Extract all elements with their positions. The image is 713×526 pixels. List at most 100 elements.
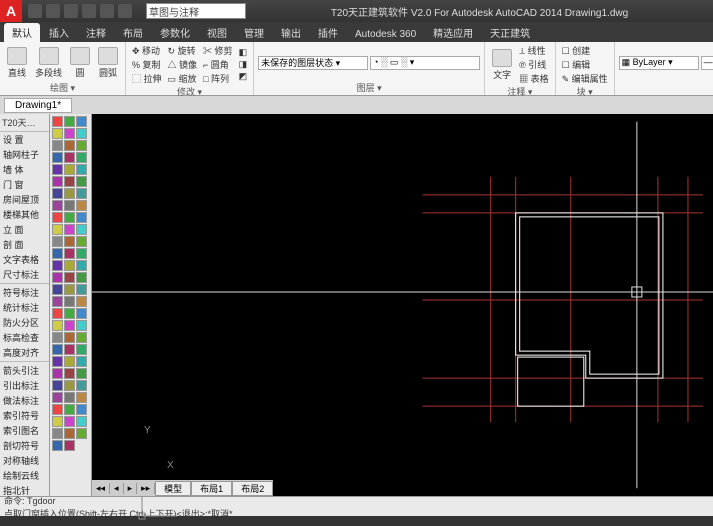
ribbon-button[interactable]: 直线 [4, 46, 30, 80]
side-panel-item[interactable]: 符号标注 [0, 285, 49, 300]
ribbon-button-small[interactable]: ⌐ 圆角 [201, 58, 235, 71]
side-panel-item[interactable]: 引出标注 [0, 378, 49, 393]
palette-tool[interactable] [64, 332, 75, 343]
side-panel-item[interactable]: 房间屋顶 [0, 192, 49, 207]
layout-tab[interactable]: 模型 [155, 481, 191, 496]
ribbon-button-small[interactable]: △ 镜像 [166, 58, 200, 71]
palette-tool[interactable] [52, 392, 63, 403]
palette-tool[interactable] [64, 380, 75, 391]
palette-tool[interactable] [52, 416, 63, 427]
layout-nav-button[interactable]: ◂◂ [92, 483, 110, 494]
ribbon-tab[interactable]: 精选应用 [425, 23, 481, 42]
ribbon-tab[interactable]: 视图 [199, 23, 235, 42]
palette-tool[interactable] [64, 404, 75, 415]
side-panel-item[interactable]: 对称轴线 [0, 453, 49, 468]
palette-tool[interactable] [52, 332, 63, 343]
palette-tool[interactable] [52, 224, 63, 235]
ribbon-tab[interactable]: 注释 [78, 23, 114, 42]
palette-tool[interactable] [64, 260, 75, 271]
palette-tool[interactable] [52, 200, 63, 211]
palette-tool[interactable] [64, 236, 75, 247]
side-panel-item[interactable]: 防火分区 [0, 315, 49, 330]
palette-tool[interactable] [52, 284, 63, 295]
workspace-selector[interactable]: 草图与注释 [146, 3, 246, 19]
layout-tab[interactable]: 布局1 [191, 481, 232, 496]
ribbon-button-small[interactable]: ▦ ByLayer ▾ [619, 56, 699, 70]
palette-tool[interactable] [64, 248, 75, 259]
palette-tool[interactable] [52, 188, 63, 199]
palette-tool[interactable] [64, 224, 75, 235]
palette-tool[interactable] [52, 128, 63, 139]
palette-tool[interactable] [52, 320, 63, 331]
palette-tool[interactable] [52, 404, 63, 415]
ribbon-tab[interactable]: 管理 [236, 23, 272, 42]
palette-tool[interactable] [76, 164, 87, 175]
palette-tool[interactable] [64, 344, 75, 355]
palette-tool[interactable] [76, 284, 87, 295]
layout-nav-button[interactable]: ▸▸ [137, 483, 155, 494]
palette-tool[interactable] [76, 152, 87, 163]
palette-tool[interactable] [52, 368, 63, 379]
palette-tool[interactable] [52, 296, 63, 307]
ribbon-tab[interactable]: 插入 [41, 23, 77, 42]
side-panel-item[interactable]: 指北针 [0, 483, 49, 496]
palette-tool[interactable] [52, 428, 63, 439]
side-panel-item[interactable]: 设 置 [0, 132, 49, 147]
palette-tool[interactable] [76, 404, 87, 415]
layout-nav-button[interactable]: ▸ [124, 483, 138, 494]
palette-tool[interactable] [52, 164, 63, 175]
palette-tool[interactable] [64, 152, 75, 163]
ribbon-button-small[interactable]: % 复制 [130, 58, 164, 71]
ribbon-button[interactable]: 多段线 [32, 46, 65, 80]
side-panel-item[interactable]: 剖 面 [0, 237, 49, 252]
palette-tool[interactable] [52, 440, 63, 451]
palette-tool[interactable] [76, 116, 87, 127]
palette-tool[interactable] [76, 308, 87, 319]
ribbon-button-small[interactable]: ✥ 移动 [130, 44, 164, 57]
side-panel-item[interactable]: 尺寸标注 [0, 267, 49, 282]
palette-tool[interactable] [52, 236, 63, 247]
palette-tool[interactable] [64, 116, 75, 127]
palette-tool[interactable] [76, 368, 87, 379]
side-panel-item[interactable]: 立 面 [0, 222, 49, 237]
palette-tool[interactable] [52, 176, 63, 187]
palette-tool[interactable] [76, 140, 87, 151]
document-tab[interactable]: Drawing1* [4, 98, 72, 113]
palette-tool[interactable] [52, 212, 63, 223]
qat-redo-icon[interactable] [100, 4, 114, 18]
palette-tool[interactable] [52, 260, 63, 271]
ribbon-button-small[interactable]: □ 阵列 [201, 72, 235, 85]
qat-undo-icon[interactable] [82, 4, 96, 18]
palette-tool[interactable] [64, 140, 75, 151]
palette-tool[interactable] [76, 212, 87, 223]
side-panel-item[interactable]: 标高检查 [0, 330, 49, 345]
side-panel-item[interactable]: 剖切符号 [0, 438, 49, 453]
ribbon-button-small[interactable]: ☐ 编辑 [560, 58, 610, 71]
palette-tool[interactable] [64, 128, 75, 139]
ribbon-button[interactable]: 文字 [489, 48, 515, 82]
side-panel-item[interactable]: 轴网柱子 [0, 147, 49, 162]
ribbon-button-small[interactable]: ◨ [237, 59, 250, 70]
palette-tool[interactable] [76, 128, 87, 139]
ribbon-button-small[interactable]: ▭ 缩放 [166, 72, 200, 85]
ribbon-button-small[interactable]: ⟂ 线性 [517, 44, 551, 57]
ribbon-button-small[interactable]: ◩ [237, 71, 250, 82]
ribbon-tab[interactable]: 参数化 [152, 23, 198, 42]
ribbon-button-small[interactable]: ◔ ░ ▭ ░ ▾ [370, 56, 480, 70]
app-logo[interactable]: A [0, 0, 22, 22]
qat-new-icon[interactable] [28, 4, 42, 18]
layout-nav-button[interactable]: ◂ [110, 483, 124, 494]
ribbon-tab[interactable]: 天正建筑 [482, 23, 538, 42]
qat-open-icon[interactable] [46, 4, 60, 18]
palette-tool[interactable] [64, 296, 75, 307]
palette-tool[interactable] [64, 284, 75, 295]
ribbon-button-small[interactable]: ▦ 表格 [517, 72, 551, 85]
ribbon-tab[interactable]: 输出 [273, 23, 309, 42]
palette-tool[interactable] [52, 272, 63, 283]
ribbon-button-small[interactable]: ✎ 编辑属性 [560, 72, 610, 85]
ribbon-tab[interactable]: 布局 [115, 23, 151, 42]
ribbon-tab[interactable]: 插件 [310, 23, 346, 42]
ribbon-button[interactable]: 圆 [67, 46, 93, 80]
side-panel-item[interactable]: 统计标注 [0, 300, 49, 315]
palette-tool[interactable] [76, 380, 87, 391]
